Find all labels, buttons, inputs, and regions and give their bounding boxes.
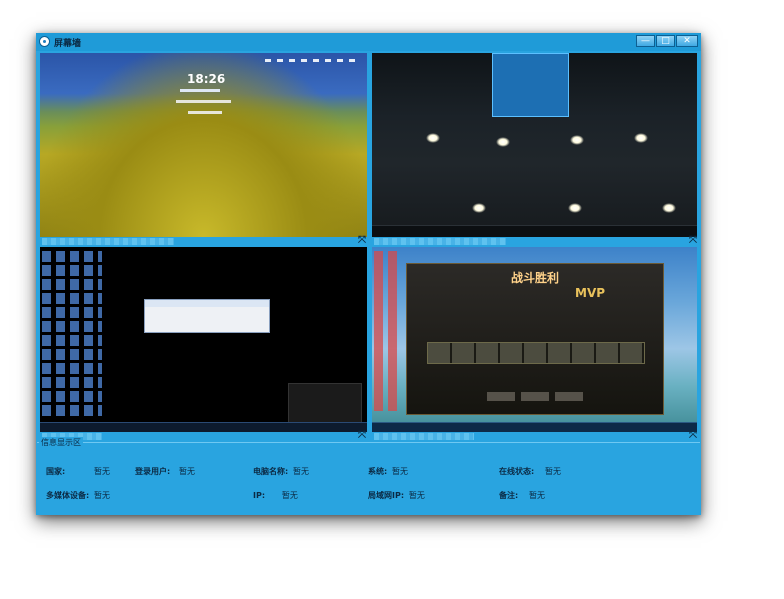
computer-name-field: 电脑名称: 暂无 — [253, 466, 309, 477]
app-icon — [39, 36, 50, 47]
lock-screen-clock: 18:26 — [187, 72, 226, 86]
maximize-button[interactable]: □ — [656, 35, 675, 47]
expand-icon[interactable]: ⤧ — [357, 236, 367, 246]
app-dialog — [144, 299, 270, 333]
field-label: 登录用户: — [135, 467, 171, 476]
screen-label-2 — [374, 238, 506, 245]
field-label: IP: — [253, 491, 266, 500]
expand-icon[interactable]: ⤧ — [357, 431, 367, 441]
remark-field: 备注: 暂无 — [499, 490, 545, 501]
light-spot — [634, 133, 648, 143]
expand-icon[interactable]: ⤧ — [688, 236, 698, 246]
light-spot — [662, 203, 676, 213]
light-spot — [568, 203, 582, 213]
screen-thumbnail-3[interactable] — [40, 247, 367, 432]
close-button[interactable]: ✕ — [676, 35, 698, 47]
info-display-area: 信息显示区 国家: 暂无 登录用户: 暂无 电脑名称: 暂无 系统: 暂无 在线… — [37, 437, 700, 513]
field-value: 暂无 — [545, 467, 561, 476]
online-status-field: 在线状态: 暂无 — [499, 466, 561, 477]
multimedia-device-field: 多媒体设备: 暂无 — [46, 490, 110, 501]
screen-thumbnail-2[interactable] — [372, 53, 697, 237]
minimize-button[interactable]: — — [636, 35, 655, 47]
field-label: 电脑名称: — [253, 467, 289, 476]
highlighted-region — [492, 53, 569, 117]
light-spot — [426, 133, 440, 143]
field-value: 暂无 — [392, 467, 408, 476]
game-title: 战斗胜利 — [511, 271, 560, 285]
notification-popup — [288, 383, 362, 425]
country-field: 国家: 暂无 — [46, 466, 110, 477]
field-label: 系统: — [368, 467, 388, 476]
desktop-icons — [42, 251, 102, 416]
mvp-badge: MVP — [575, 286, 606, 300]
taskbar — [40, 422, 367, 432]
taskbar — [372, 422, 697, 432]
field-value: 暂无 — [94, 491, 110, 500]
title-bar[interactable]: 屏幕墙 — □ ✕ — [36, 33, 701, 51]
system-field: 系统: 暂无 — [368, 466, 408, 477]
field-value: 暂无 — [408, 491, 425, 500]
status-icons — [265, 59, 360, 62]
taskbar — [372, 225, 697, 237]
field-value: 暂无 — [293, 467, 309, 476]
lock-screen-text — [176, 100, 231, 103]
ip-field: IP: 暂无 — [253, 490, 298, 501]
light-spot — [570, 135, 584, 145]
screen-label-1 — [42, 238, 174, 245]
game-result-window: 战斗胜利 MVP — [406, 263, 664, 415]
game-buttons — [487, 392, 583, 401]
screen-thumbnail-4[interactable]: 战斗胜利 MVP — [372, 247, 697, 432]
item-slots — [427, 342, 645, 364]
lan-ip-field: 局域网IP: 暂无 — [368, 490, 425, 501]
screen-wall-window: 屏幕墙 — □ ✕ 18:26 ⤧ ⤧ ⤧ 战斗胜利 MVP ⤧ 信息显示区 国… — [36, 33, 701, 515]
lock-screen-date — [180, 89, 220, 92]
window-title: 屏幕墙 — [54, 39, 82, 49]
field-label: 在线状态: — [499, 467, 535, 476]
field-label: 国家: — [46, 467, 66, 476]
field-value: 暂无 — [179, 467, 195, 476]
info-legend: 信息显示区 — [39, 437, 83, 448]
desktop-icons — [374, 251, 402, 411]
expand-icon[interactable]: ⤧ — [688, 431, 698, 441]
light-spot — [496, 137, 510, 147]
field-value: 暂无 — [281, 491, 298, 500]
field-value: 暂无 — [94, 467, 110, 476]
field-label: 多媒体设备: — [46, 491, 90, 500]
field-label: 局域网IP: — [368, 491, 405, 500]
screen-label-4 — [374, 433, 474, 440]
lock-screen-text — [188, 111, 222, 114]
field-value: 暂无 — [529, 491, 545, 500]
login-user-field: 登录用户: 暂无 — [135, 466, 195, 477]
screen-thumbnail-1[interactable]: 18:26 — [40, 53, 367, 237]
field-label: 备注: — [499, 491, 519, 500]
light-spot — [472, 203, 486, 213]
